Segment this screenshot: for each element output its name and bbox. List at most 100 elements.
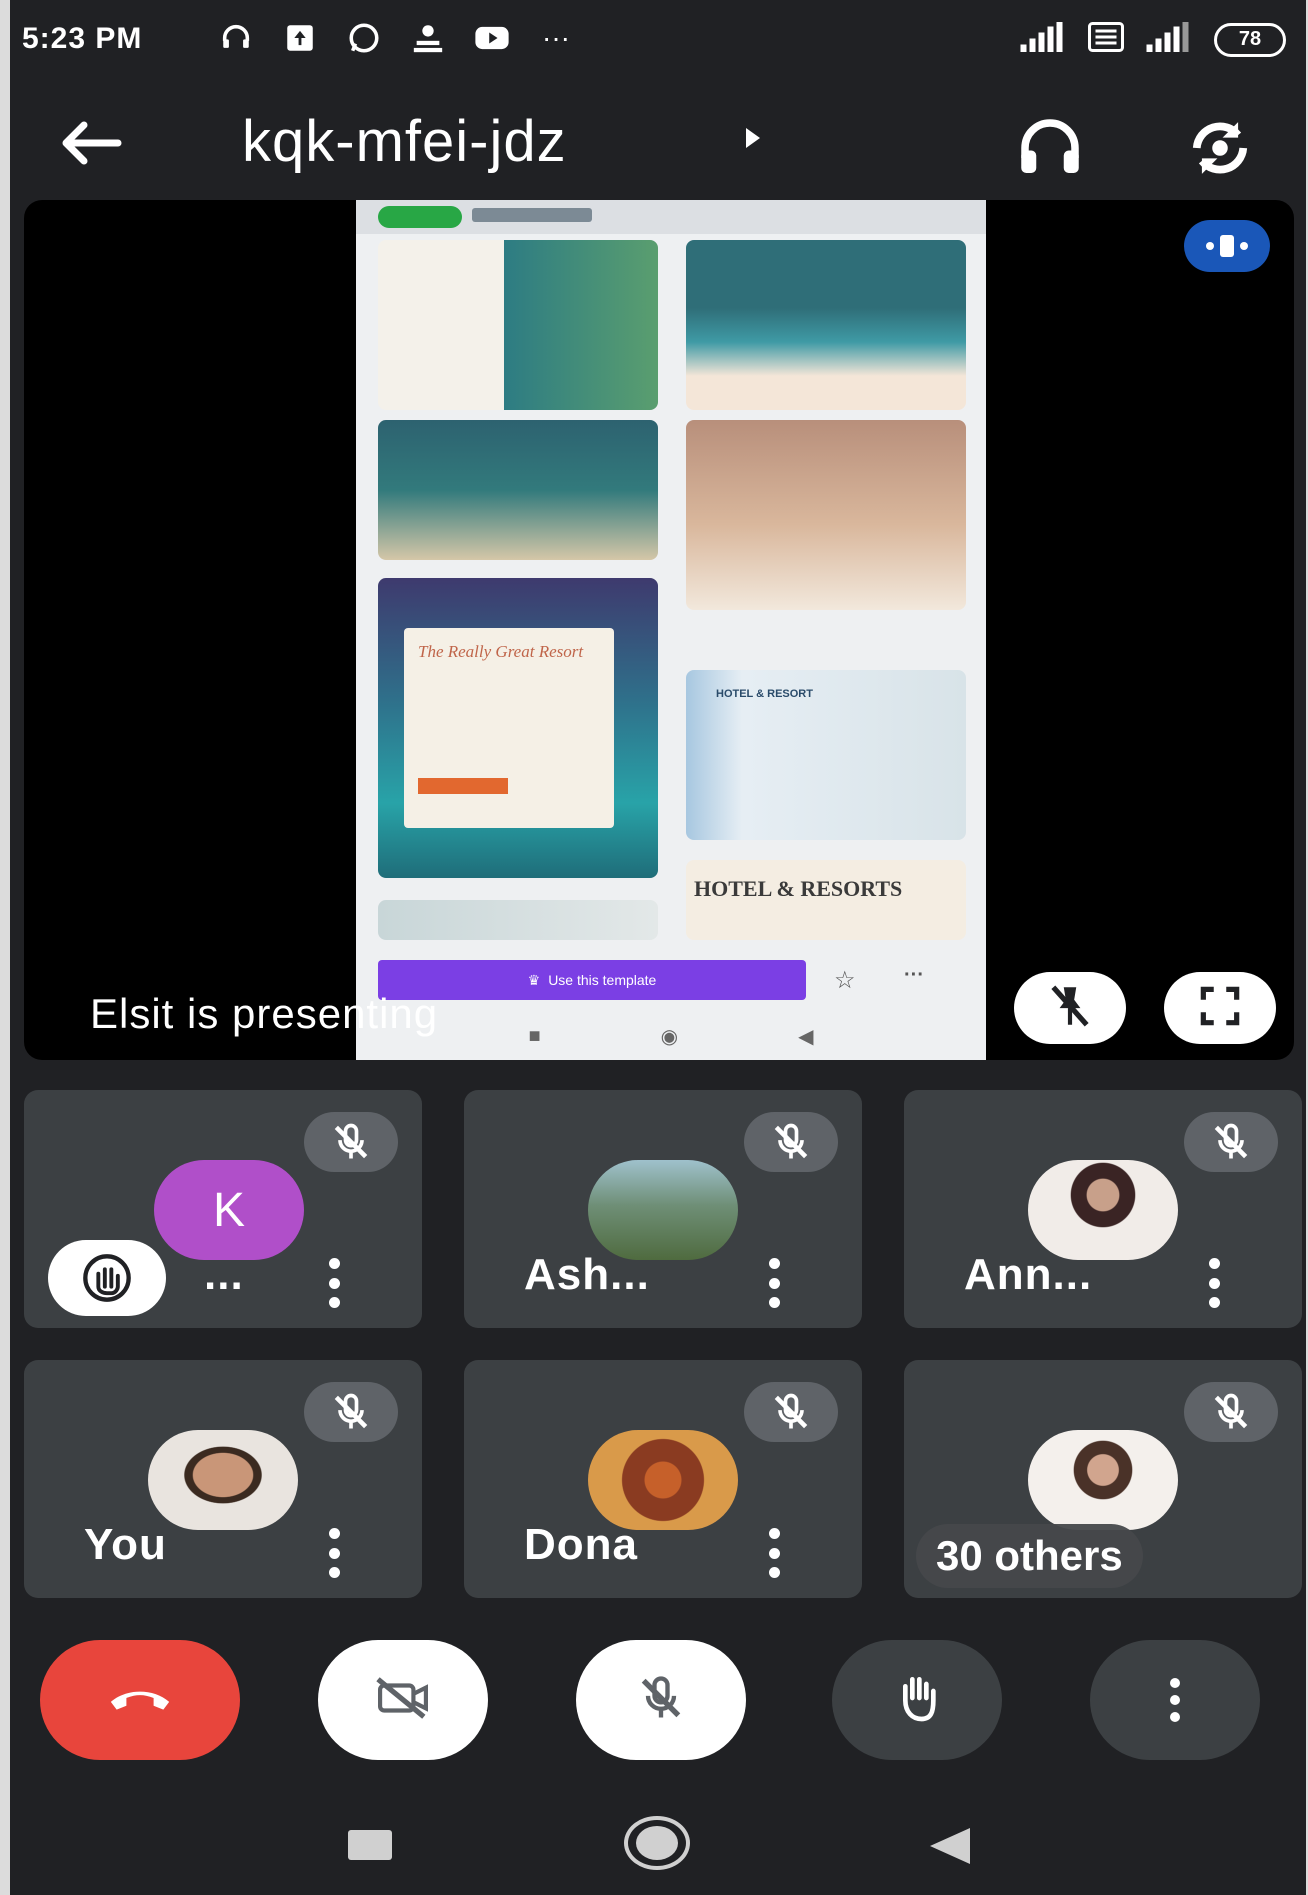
signal-icon <box>1146 22 1192 57</box>
system-icons: 78 <box>1020 22 1286 57</box>
template-thumbnail <box>378 900 658 940</box>
raise-hand-button[interactable] <box>832 1640 1002 1760</box>
participant-more-button[interactable] <box>764 1258 784 1308</box>
mic-off-icon <box>635 1672 687 1729</box>
template-thumbnail <box>686 420 966 610</box>
caret-right-icon[interactable] <box>746 128 760 148</box>
participant-name: ... <box>204 1250 244 1299</box>
participant-more-button[interactable] <box>324 1528 344 1578</box>
template-thumbnail <box>686 240 966 410</box>
presentation-stage[interactable]: The Really Great Resort HOTEL & RESORT H… <box>24 200 1294 1060</box>
participant-name: Ann... <box>964 1250 1093 1299</box>
more-options-button[interactable] <box>1090 1640 1260 1760</box>
avatar: K <box>154 1160 304 1260</box>
upload-icon <box>282 20 318 56</box>
avatar <box>148 1430 298 1530</box>
battery-icon: 78 <box>1214 22 1286 57</box>
avatar <box>588 1160 738 1260</box>
mic-off-icon <box>304 1382 398 1442</box>
template-thumbnail: HOTEL & RESORT <box>686 670 966 840</box>
camera-toggle-button[interactable] <box>318 1640 488 1760</box>
audio-output-button[interactable] <box>1010 110 1090 190</box>
call-pill <box>378 206 462 228</box>
switch-camera-button[interactable] <box>1180 110 1260 190</box>
participant-tile[interactable]: Ash... <box>464 1090 862 1328</box>
end-call-icon <box>105 1678 175 1723</box>
unpin-button[interactable] <box>1014 972 1126 1044</box>
use-template-label: Use this template <box>548 972 657 988</box>
recent-apps-icon[interactable] <box>348 1830 392 1860</box>
mic-off-icon <box>744 1112 838 1172</box>
template-title: The Really Great Resort <box>418 642 584 661</box>
back-icon[interactable] <box>930 1828 970 1864</box>
phone-screen: 5:23 PM ··· 78 kqk-mfei-jdz The Really G… <box>10 0 1306 1895</box>
participant-tile[interactable]: K ... <box>24 1090 422 1328</box>
avatar <box>588 1430 738 1530</box>
whatsapp-icon <box>346 20 382 56</box>
shared-status-bar <box>356 200 986 234</box>
participant-name: You <box>84 1520 167 1569</box>
shared-screen: The Really Great Resort HOTEL & RESORT H… <box>356 200 986 1060</box>
navigation-bar <box>10 1790 1306 1895</box>
home-icon[interactable] <box>624 1816 690 1870</box>
more-options-icon <box>1170 1678 1180 1722</box>
template-button <box>418 778 508 794</box>
participant-more-button[interactable] <box>324 1258 344 1308</box>
crown-icon: ♛ <box>527 971 541 988</box>
template-thumbnail: HOTEL & RESORTS <box>686 860 966 940</box>
status-time: 5:23 PM <box>22 22 143 55</box>
camera-off-icon <box>373 1673 433 1728</box>
avatar <box>1028 1430 1178 1530</box>
fullscreen-button[interactable] <box>1164 972 1276 1044</box>
presenter-label: Elsit is presenting <box>90 990 439 1037</box>
participant-name: Dona <box>524 1520 638 1569</box>
template-label: HOTEL & RESORTS <box>694 876 903 901</box>
headset-icon <box>218 20 254 56</box>
notification-icons: ··· <box>218 20 574 56</box>
star-icon: ☆ <box>834 967 856 994</box>
mic-off-icon <box>304 1112 398 1172</box>
back-button[interactable] <box>50 110 130 180</box>
others-tile[interactable]: 30 others <box>904 1360 1302 1598</box>
meeting-code-title[interactable]: kqk-mfei-jdz <box>242 108 567 175</box>
mic-off-icon <box>1184 1382 1278 1442</box>
mic-toggle-button[interactable] <box>576 1640 746 1760</box>
template-thumbnail: The Really Great Resort <box>378 578 658 878</box>
presentation-icon[interactable] <box>1184 220 1270 272</box>
template-label: HOTEL & RESORT <box>716 688 813 700</box>
end-call-button[interactable] <box>40 1640 240 1760</box>
raise-hand-icon <box>889 1670 945 1731</box>
avatar <box>1028 1160 1178 1260</box>
template-thumbnail <box>378 240 658 410</box>
participant-more-button[interactable] <box>1204 1258 1224 1308</box>
home-icon: ◉ <box>660 1025 679 1048</box>
template-card: The Really Great Resort <box>404 628 614 828</box>
status-bar: 5:23 PM ··· 78 <box>10 0 1306 90</box>
participant-tile[interactable]: Ann... <box>904 1090 1302 1328</box>
youtube-icon <box>474 20 510 56</box>
fullscreen-icon <box>1195 981 1245 1036</box>
data-icon <box>1088 22 1124 57</box>
back-arrow-icon <box>58 118 122 173</box>
signal-icon <box>1020 22 1066 57</box>
more-notifications-icon: ··· <box>542 22 570 53</box>
call-controls <box>10 1640 1306 1770</box>
person-icon <box>410 20 446 56</box>
participant-more-button[interactable] <box>764 1528 784 1578</box>
headphones-icon <box>1014 118 1086 183</box>
participant-tile[interactable]: You <box>24 1360 422 1598</box>
more-dots-icon: ··· <box>904 964 924 986</box>
mic-off-icon <box>1184 1112 1278 1172</box>
back-icon: ◀ <box>798 1025 814 1048</box>
raised-hand-icon <box>48 1240 166 1316</box>
app-bar: kqk-mfei-jdz <box>10 90 1306 200</box>
participant-tile[interactable]: Dona <box>464 1360 862 1598</box>
use-template-button: ♛ Use this template <box>378 960 806 1000</box>
participant-name: Ash... <box>524 1250 650 1299</box>
template-thumbnail <box>378 420 658 560</box>
recent-apps-icon: ■ <box>528 1024 541 1047</box>
unpin-icon <box>1045 981 1095 1036</box>
mic-off-icon <box>744 1382 838 1442</box>
shared-nav-bar: ■ ◉ ◀ <box>356 1012 986 1060</box>
switch-camera-icon <box>1183 117 1257 184</box>
